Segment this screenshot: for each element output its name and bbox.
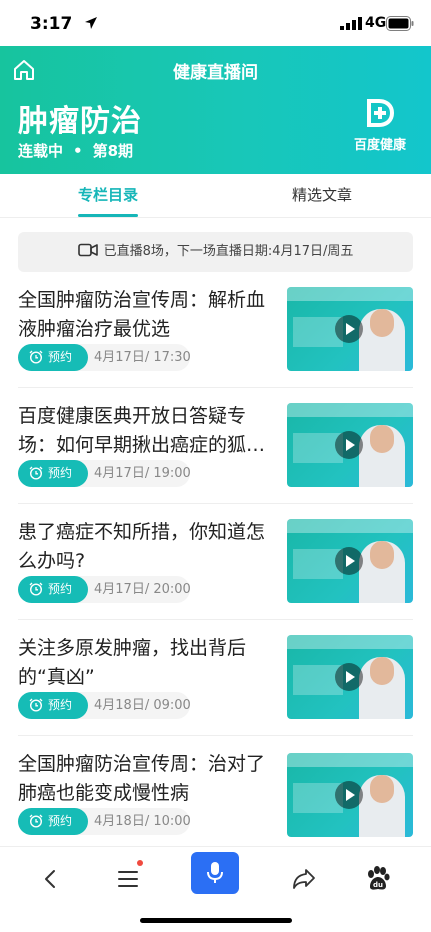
reserve-label: 预约 <box>48 350 73 364</box>
tab-bar: 专栏目录 精选文章 <box>0 174 431 218</box>
notification-dot <box>137 860 143 866</box>
play-icon[interactable] <box>335 547 363 575</box>
status-bar: 3:17 4G <box>0 0 431 46</box>
item-schedule: 预约 4月18日/ 10:00 <box>18 808 191 835</box>
alarm-clock-icon <box>29 814 43 828</box>
item-title[interactable]: 百度健康医典开放日答疑专场：如何早期揪出癌症的狐… <box>18 402 278 460</box>
item-time: 4月17日/ 20:00 <box>94 582 191 597</box>
location-arrow-icon <box>85 17 97 29</box>
battery-icon <box>386 16 414 31</box>
svg-text:du: du <box>373 881 383 889</box>
list-item[interactable]: 百度健康医典开放日答疑专场：如何早期揪出癌症的狐… 预约 4月17日/ 19:0… <box>0 402 431 518</box>
share-icon[interactable] <box>284 859 324 899</box>
reserve-label: 预约 <box>48 582 73 596</box>
page-title: 健康直播间 <box>173 63 258 83</box>
video-thumbnail[interactable] <box>287 519 413 603</box>
reserve-label: 预约 <box>48 698 73 712</box>
play-icon[interactable] <box>335 431 363 459</box>
item-title[interactable]: 全国肿瘤防治宣传周：解析血液肿瘤治疗最优选 <box>18 286 278 344</box>
reserve-button[interactable]: 预约 <box>18 576 88 603</box>
reserve-label: 预约 <box>48 466 73 480</box>
video-thumbnail[interactable] <box>287 403 413 487</box>
live-banner-text: 已直播8场，下一场直播日期:4月17日/周五 <box>103 244 354 259</box>
play-icon[interactable] <box>335 781 363 809</box>
divider <box>18 619 413 620</box>
microphone-icon <box>207 862 223 883</box>
tab-catalog[interactable]: 专栏目录 <box>48 184 168 205</box>
baidu-health-logo-icon <box>367 99 395 127</box>
live-banner: 已直播8场，下一场直播日期:4月17日/周五 <box>18 232 413 272</box>
list-item[interactable]: 关注多原发肿瘤，找出背后的“真凶” 预约 4月18日/ 09:00 <box>0 634 431 750</box>
list-item[interactable]: 全国肿瘤防治宣传周：解析血液肿瘤治疗最优选 预约 4月17日/ 17:30 <box>0 286 431 402</box>
back-arrow-icon[interactable] <box>30 859 70 899</box>
series-status: 连载中 <box>18 142 64 160</box>
divider <box>18 387 413 388</box>
item-time: 4月18日/ 09:00 <box>94 698 191 713</box>
play-icon[interactable] <box>335 663 363 691</box>
item-schedule: 预约 4月18日/ 09:00 <box>18 692 191 719</box>
item-schedule: 预约 4月17日/ 20:00 <box>18 576 191 603</box>
voice-search-button[interactable] <box>191 852 239 894</box>
column-meta: 连载中 • 第8期 <box>18 142 134 160</box>
tab-articles[interactable]: 精选文章 <box>262 184 382 205</box>
item-schedule: 预约 4月17日/ 19:00 <box>18 460 191 487</box>
video-thumbnail[interactable] <box>287 753 413 837</box>
reserve-button[interactable]: 预约 <box>18 460 88 487</box>
signal-icon <box>340 17 362 30</box>
divider <box>18 503 413 504</box>
bottom-toolbar: du <box>0 846 431 932</box>
video-thumbnail[interactable] <box>287 287 413 371</box>
reserve-label: 预约 <box>48 814 73 828</box>
list-item[interactable]: 患了癌症不知所措，你知道怎么办吗? 预约 4月17日/ 20:00 <box>0 518 431 634</box>
item-schedule: 预约 4月17日/ 17:30 <box>18 344 191 371</box>
reserve-button[interactable]: 预约 <box>18 344 88 371</box>
alarm-clock-icon <box>29 350 43 364</box>
baidu-paw-icon[interactable]: du <box>358 859 398 899</box>
item-time: 4月17日/ 19:00 <box>94 466 191 481</box>
status-time: 3:17 <box>30 14 73 34</box>
divider <box>18 735 413 736</box>
episode-count: 第8期 <box>92 142 134 160</box>
item-title[interactable]: 关注多原发肿瘤，找出背后的“真凶” <box>18 634 278 692</box>
alarm-clock-icon <box>29 698 43 712</box>
network-type: 4G <box>365 15 387 31</box>
reserve-button[interactable]: 预约 <box>18 692 88 719</box>
alarm-clock-icon <box>29 582 43 596</box>
alarm-clock-icon <box>29 466 43 480</box>
brand-name: 百度健康 <box>353 138 406 153</box>
column-title: 肿瘤防治 <box>18 104 142 139</box>
video-thumbnail[interactable] <box>287 635 413 719</box>
item-title[interactable]: 患了癌症不知所措，你知道怎么办吗? <box>18 518 278 576</box>
video-camera-icon <box>77 243 98 257</box>
item-time: 4月18日/ 10:00 <box>94 814 191 829</box>
item-time: 4月17日/ 17:30 <box>94 350 191 365</box>
reserve-button[interactable]: 预约 <box>18 808 88 835</box>
item-title[interactable]: 全国肿瘤防治宣传周：治对了肺癌也能变成慢性病 <box>18 750 278 808</box>
column-header: 健康直播间 肿瘤防治 连载中 • 第8期 百度健康 <box>0 46 431 174</box>
brand-logo: 百度健康 <box>349 98 411 154</box>
active-tab-indicator <box>78 214 138 217</box>
play-icon[interactable] <box>335 315 363 343</box>
home-indicator <box>140 918 292 923</box>
